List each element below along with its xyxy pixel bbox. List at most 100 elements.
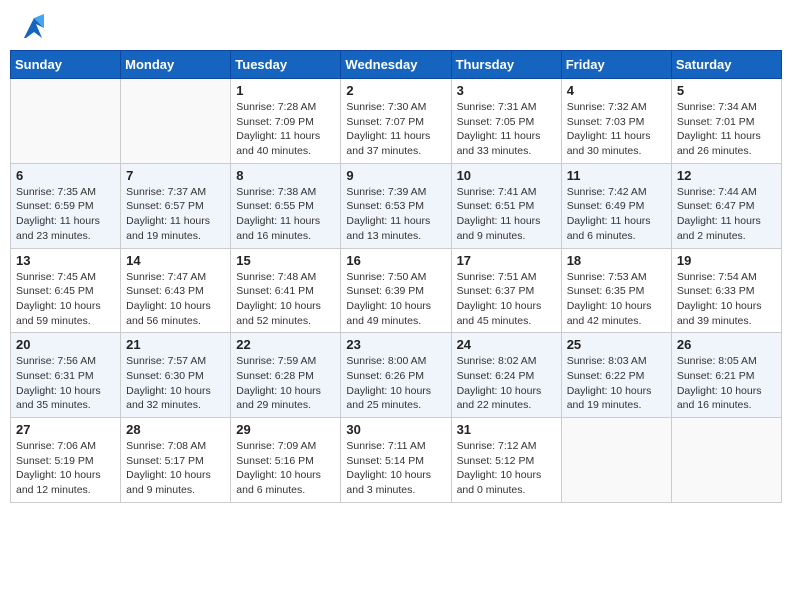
logo [14,10,56,42]
day-detail: Sunrise: 7:39 AMSunset: 6:53 PMDaylight:… [346,185,445,244]
calendar-header: SundayMondayTuesdayWednesdayThursdayFrid… [11,51,782,79]
calendar-day: 4Sunrise: 7:32 AMSunset: 7:03 PMDaylight… [561,79,671,164]
calendar-day: 3Sunrise: 7:31 AMSunset: 7:05 PMDaylight… [451,79,561,164]
calendar-day: 1 Sunrise: 7:28 AMSunset: 7:09 PMDaylight… [231,79,341,164]
day-number: 22 [236,337,335,352]
day-detail: Sunrise: 7:59 AMSunset: 6:28 PMDaylight:… [236,354,335,413]
calendar-day: 12 Sunrise: 7:44 AMSunset: 6:47 PMDayligh… [671,163,781,248]
calendar-day [121,79,231,164]
day-detail: Sunrise: 7:48 AMSunset: 6:41 PMDaylight:… [236,270,335,329]
logo-icon [14,10,54,42]
calendar-day [671,418,781,503]
calendar-day: 31 Sunrise: 7:12 AMSunset: 5:12 PMDayligh… [451,418,561,503]
day-number: 4 [567,83,666,98]
day-number: 21 [126,337,225,352]
calendar-day: 21 Sunrise: 7:57 AMSunset: 6:30 PMDayligh… [121,333,231,418]
day-number: 8 [236,168,335,183]
calendar-day: 27Sunrise: 7:06 AMSunset: 5:19 PMDayligh… [11,418,121,503]
day-detail: Sunrise: 7:41 AMSunset: 6:51 PMDaylight:… [457,185,556,244]
day-number: 24 [457,337,556,352]
day-number: 7 [126,168,225,183]
day-detail: Sunrise: 7:38 AMSunset: 6:55 PMDaylight:… [236,185,335,244]
day-number: 6 [16,168,115,183]
page-header [10,10,782,42]
calendar-day [11,79,121,164]
header-cell-tuesday: Tuesday [231,51,341,79]
header-cell-friday: Friday [561,51,671,79]
day-number: 13 [16,253,115,268]
calendar-table: SundayMondayTuesdayWednesdayThursdayFrid… [10,50,782,503]
header-cell-saturday: Saturday [671,51,781,79]
day-detail: Sunrise: 7:12 AMSunset: 5:12 PMDaylight:… [457,439,556,498]
calendar-day: 26 Sunrise: 8:05 AMSunset: 6:21 PMDayligh… [671,333,781,418]
calendar-day: 16Sunrise: 7:50 AMSunset: 6:39 PMDayligh… [341,248,451,333]
calendar-week-1: 1 Sunrise: 7:28 AMSunset: 7:09 PMDaylight… [11,79,782,164]
day-number: 25 [567,337,666,352]
header-cell-sunday: Sunday [11,51,121,79]
calendar-day: 7Sunrise: 7:37 AMSunset: 6:57 PMDaylight… [121,163,231,248]
day-detail: Sunrise: 7:45 AMSunset: 6:45 PMDaylight:… [16,270,115,329]
day-detail: Sunrise: 7:56 AMSunset: 6:31 PMDaylight:… [16,354,115,413]
day-number: 23 [346,337,445,352]
day-detail: Sunrise: 7:57 AMSunset: 6:30 PMDaylight:… [126,354,225,413]
day-number: 3 [457,83,556,98]
day-detail: Sunrise: 7:34 AMSunset: 7:01 PMDaylight:… [677,100,776,159]
day-number: 18 [567,253,666,268]
day-number: 30 [346,422,445,437]
day-number: 19 [677,253,776,268]
calendar-day: 29Sunrise: 7:09 AMSunset: 5:16 PMDayligh… [231,418,341,503]
day-detail: Sunrise: 7:42 AMSunset: 6:49 PMDaylight:… [567,185,666,244]
day-detail: Sunrise: 7:11 AMSunset: 5:14 PMDaylight:… [346,439,445,498]
day-number: 14 [126,253,225,268]
calendar-day: 5 Sunrise: 7:34 AMSunset: 7:01 PMDaylight… [671,79,781,164]
day-detail: Sunrise: 7:50 AMSunset: 6:39 PMDaylight:… [346,270,445,329]
day-number: 12 [677,168,776,183]
calendar-day: 8 Sunrise: 7:38 AMSunset: 6:55 PMDaylight… [231,163,341,248]
header-cell-wednesday: Wednesday [341,51,451,79]
day-detail: Sunrise: 8:02 AMSunset: 6:24 PMDaylight:… [457,354,556,413]
calendar-week-3: 13 Sunrise: 7:45 AMSunset: 6:45 PMDayligh… [11,248,782,333]
calendar-day: 2 Sunrise: 7:30 AMSunset: 7:07 PMDaylight… [341,79,451,164]
calendar-day: 22 Sunrise: 7:59 AMSunset: 6:28 PMDayligh… [231,333,341,418]
day-number: 11 [567,168,666,183]
calendar-day: 25 Sunrise: 8:03 AMSunset: 6:22 PMDayligh… [561,333,671,418]
day-detail: Sunrise: 8:03 AMSunset: 6:22 PMDaylight:… [567,354,666,413]
day-number: 26 [677,337,776,352]
day-detail: Sunrise: 8:05 AMSunset: 6:21 PMDaylight:… [677,354,776,413]
calendar-day: 20 Sunrise: 7:56 AMSunset: 6:31 PMDayligh… [11,333,121,418]
day-number: 15 [236,253,335,268]
day-number: 27 [16,422,115,437]
calendar-day: 13 Sunrise: 7:45 AMSunset: 6:45 PMDayligh… [11,248,121,333]
day-number: 20 [16,337,115,352]
day-number: 5 [677,83,776,98]
calendar-day: 17Sunrise: 7:51 AMSunset: 6:37 PMDayligh… [451,248,561,333]
calendar-day: 6 Sunrise: 7:35 AMSunset: 6:59 PMDaylight… [11,163,121,248]
calendar-day: 23 Sunrise: 8:00 AMSunset: 6:26 PMDayligh… [341,333,451,418]
day-detail: Sunrise: 7:30 AMSunset: 7:07 PMDaylight:… [346,100,445,159]
day-detail: Sunrise: 7:44 AMSunset: 6:47 PMDaylight:… [677,185,776,244]
day-number: 17 [457,253,556,268]
calendar-day: 14 Sunrise: 7:47 AMSunset: 6:43 PMDayligh… [121,248,231,333]
day-detail: Sunrise: 7:35 AMSunset: 6:59 PMDaylight:… [16,185,115,244]
day-detail: Sunrise: 7:28 AMSunset: 7:09 PMDaylight:… [236,100,335,159]
header-cell-thursday: Thursday [451,51,561,79]
calendar-day: 9 Sunrise: 7:39 AMSunset: 6:53 PMDaylight… [341,163,451,248]
day-detail: Sunrise: 7:53 AMSunset: 6:35 PMDaylight:… [567,270,666,329]
header-cell-monday: Monday [121,51,231,79]
day-detail: Sunrise: 8:00 AMSunset: 6:26 PMDaylight:… [346,354,445,413]
day-detail: Sunrise: 7:09 AMSunset: 5:16 PMDaylight:… [236,439,335,498]
calendar-day: 10Sunrise: 7:41 AMSunset: 6:51 PMDayligh… [451,163,561,248]
calendar-day: 19 Sunrise: 7:54 AMSunset: 6:33 PMDayligh… [671,248,781,333]
calendar-week-5: 27Sunrise: 7:06 AMSunset: 5:19 PMDayligh… [11,418,782,503]
calendar-day [561,418,671,503]
calendar-day: 11 Sunrise: 7:42 AMSunset: 6:49 PMDayligh… [561,163,671,248]
day-detail: Sunrise: 7:47 AMSunset: 6:43 PMDaylight:… [126,270,225,329]
day-detail: Sunrise: 7:54 AMSunset: 6:33 PMDaylight:… [677,270,776,329]
header-row: SundayMondayTuesdayWednesdayThursdayFrid… [11,51,782,79]
day-number: 2 [346,83,445,98]
day-number: 1 [236,83,335,98]
day-number: 9 [346,168,445,183]
day-number: 31 [457,422,556,437]
calendar-week-2: 6 Sunrise: 7:35 AMSunset: 6:59 PMDaylight… [11,163,782,248]
day-number: 28 [126,422,225,437]
